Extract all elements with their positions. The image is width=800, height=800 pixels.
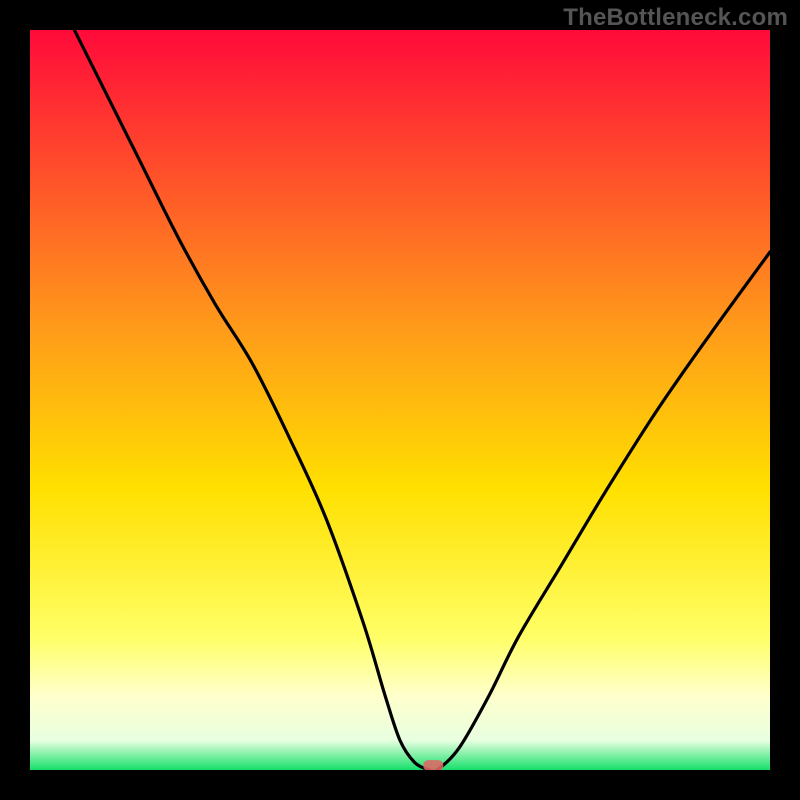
plot-area bbox=[30, 30, 770, 770]
chart-container: TheBottleneck.com bbox=[0, 0, 800, 800]
watermark-text: TheBottleneck.com bbox=[563, 4, 788, 32]
gradient-background bbox=[30, 30, 770, 770]
bottleneck-marker bbox=[423, 760, 443, 770]
chart-svg bbox=[30, 30, 770, 770]
